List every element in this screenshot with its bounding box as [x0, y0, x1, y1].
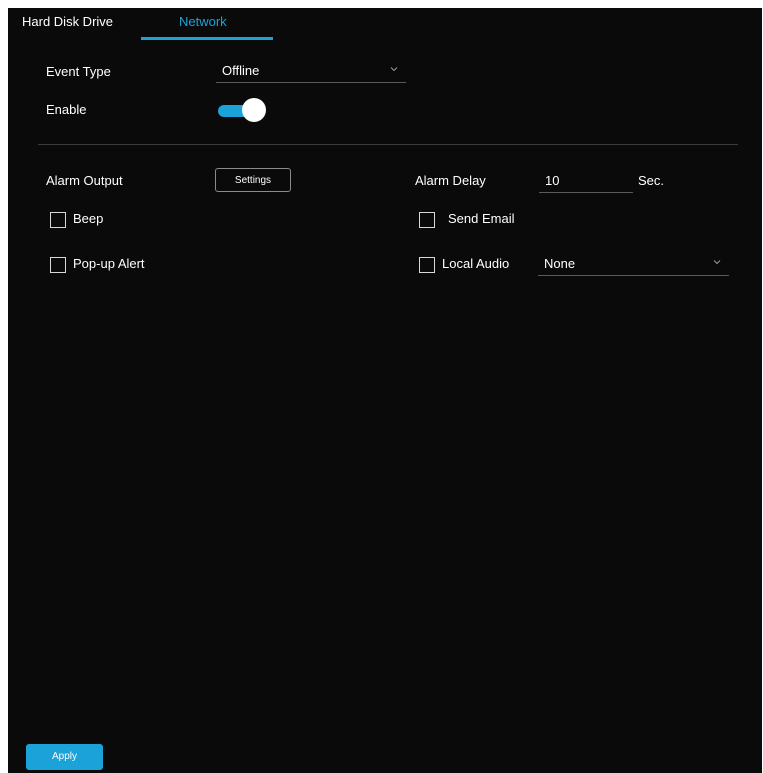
event-type-value: Offline [222, 63, 260, 78]
chevron-down-icon [713, 260, 721, 265]
tab-hard-disk-drive[interactable]: Hard Disk Drive [22, 14, 113, 29]
active-tab-indicator [141, 37, 273, 40]
beep-label: Beep [73, 211, 104, 226]
alarm-delay-value: 10 [545, 173, 560, 188]
beep-checkbox[interactable] [50, 212, 66, 228]
local-audio-label: Local Audio [442, 256, 510, 271]
popup-alert-checkbox[interactable] [50, 257, 66, 273]
alarm-delay-label: Alarm Delay [415, 173, 486, 188]
apply-button[interactable]: Apply [26, 744, 103, 770]
alarm-output-settings-button[interactable]: Settings [215, 168, 291, 192]
tab-network[interactable]: Network [179, 14, 227, 29]
section-divider [38, 144, 738, 145]
alarm-output-label: Alarm Output [46, 173, 123, 188]
event-type-select[interactable]: Offline [216, 60, 406, 83]
network-event-panel: Hard Disk Drive Network Event Type Offli… [8, 8, 762, 773]
popup-alert-label: Pop-up Alert [73, 256, 145, 271]
event-type-label: Event Type [46, 64, 111, 79]
toggle-knob [242, 98, 266, 122]
send-email-label: Send Email [448, 211, 515, 226]
enable-label: Enable [46, 102, 87, 117]
enable-toggle[interactable] [218, 98, 266, 124]
alarm-delay-unit: Sec. [638, 173, 665, 188]
local-audio-value: None [544, 256, 576, 271]
alarm-delay-input[interactable]: 10 [539, 170, 633, 193]
local-audio-select[interactable]: None [538, 253, 729, 276]
send-email-checkbox[interactable] [419, 212, 435, 228]
local-audio-checkbox[interactable] [419, 257, 435, 273]
chevron-down-icon [390, 67, 398, 72]
